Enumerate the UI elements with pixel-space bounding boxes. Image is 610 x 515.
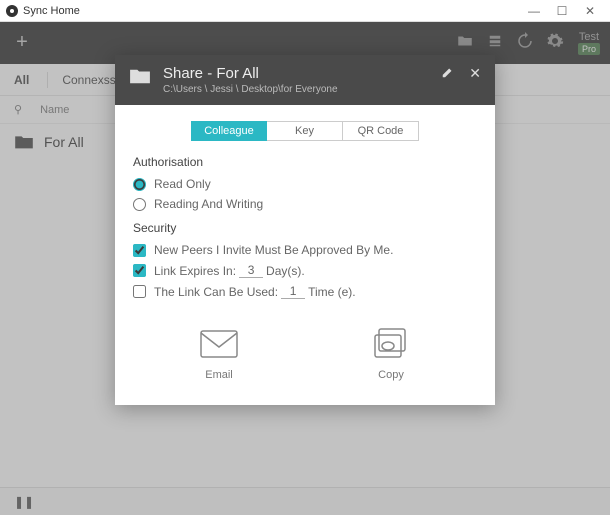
- copy-icon: [369, 327, 413, 361]
- option-link-expires[interactable]: Link Expires In: Day(s).: [133, 263, 477, 278]
- radio-read-only[interactable]: [133, 178, 146, 191]
- option-link-uses[interactable]: The Link Can Be Used: Time (e).: [133, 284, 477, 299]
- close-modal-button[interactable]: ✕: [469, 65, 481, 82]
- radio-read-write[interactable]: [133, 198, 146, 211]
- tab-qrcode[interactable]: QR Code: [343, 121, 419, 141]
- checkbox-approve-peers[interactable]: [133, 244, 146, 257]
- modal-body: Colleague Key QR Code Authorisation Read…: [115, 105, 495, 405]
- uses-count-input[interactable]: [281, 284, 305, 299]
- copy-action[interactable]: Copy: [369, 327, 413, 381]
- tab-colleague[interactable]: Colleague: [191, 121, 267, 141]
- title-bar: Sync Home — ☐ ✕: [0, 0, 610, 22]
- option-approve-peers[interactable]: New Peers I Invite Must Be Approved By M…: [133, 243, 477, 257]
- close-window-button[interactable]: ✕: [576, 4, 604, 18]
- modal-title: Share - For All: [163, 65, 427, 82]
- option-read-only[interactable]: Read Only: [133, 177, 477, 191]
- checkbox-link-expires[interactable]: [133, 264, 146, 277]
- share-actions: Email Copy: [133, 327, 477, 381]
- expires-days-input[interactable]: [239, 263, 263, 278]
- share-modal: Share - For All C:\Users \ Jessi \ Deskt…: [115, 55, 495, 405]
- share-tabs: Colleague Key QR Code: [133, 121, 477, 141]
- tab-key[interactable]: Key: [267, 121, 343, 141]
- maximize-button[interactable]: ☐: [548, 4, 576, 18]
- modal-header: Share - For All C:\Users \ Jessi \ Deskt…: [115, 55, 495, 105]
- authorisation-heading: Authorisation: [133, 155, 477, 169]
- edit-button[interactable]: [441, 65, 455, 82]
- minimize-button[interactable]: —: [520, 4, 548, 18]
- app-logo-icon: [6, 5, 18, 17]
- share-folder-icon: [129, 67, 151, 90]
- email-action[interactable]: Email: [197, 327, 241, 381]
- security-heading: Security: [133, 221, 477, 235]
- email-icon: [197, 327, 241, 361]
- window-title: Sync Home: [23, 5, 80, 17]
- option-read-write[interactable]: Reading And Writing: [133, 197, 477, 211]
- checkbox-link-uses[interactable]: [133, 285, 146, 298]
- modal-path: C:\Users \ Jessi \ Desktop\for Everyone: [163, 84, 427, 95]
